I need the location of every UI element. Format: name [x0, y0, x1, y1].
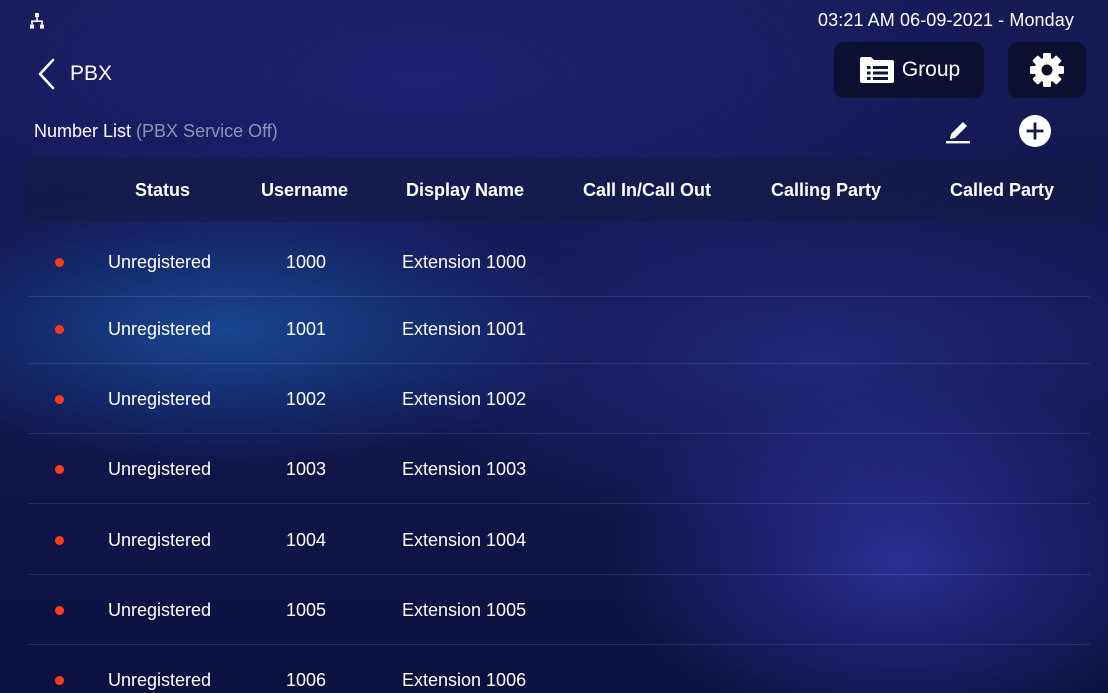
- table-row[interactable]: Unregistered 1000 Extension 1000: [28, 227, 1090, 297]
- status-dot: [55, 606, 64, 615]
- table-header: Status Username Display Name Call In/Cal…: [24, 158, 1096, 222]
- column-header-called-party[interactable]: Called Party: [950, 158, 1054, 222]
- column-header-status[interactable]: Status: [135, 158, 190, 222]
- group-button[interactable]: Group: [834, 42, 984, 98]
- status-dot: [55, 676, 64, 685]
- gear-icon: [1030, 53, 1064, 87]
- status-bar: 03:21 AM 06-09-2021 - Monday: [0, 0, 1108, 36]
- status-dot: [55, 465, 64, 474]
- table-row[interactable]: Unregistered 1002 Extension 1002: [28, 364, 1090, 434]
- column-header-call-in-out[interactable]: Call In/Call Out: [583, 158, 711, 222]
- display-name-cell: Extension 1005: [402, 599, 527, 620]
- status-dot: [55, 258, 64, 267]
- add-button[interactable]: [1019, 115, 1051, 147]
- display-name-cell: Extension 1000: [402, 251, 527, 272]
- display-name-cell: Extension 1002: [402, 388, 527, 409]
- back-button[interactable]: PBX: [34, 54, 112, 94]
- table-row[interactable]: Unregistered 1006 Extension 1006: [28, 645, 1090, 693]
- column-header-username[interactable]: Username: [261, 158, 348, 222]
- column-header-calling-party[interactable]: Calling Party: [771, 158, 881, 222]
- status-cell: Unregistered: [108, 529, 212, 550]
- table-row[interactable]: Unregistered 1005 Extension 1005: [28, 575, 1090, 645]
- status-cell: Unregistered: [108, 318, 212, 339]
- pbx-service-status: (PBX Service Off): [136, 121, 278, 141]
- table-row[interactable]: Unregistered 1004 Extension 1004: [28, 505, 1090, 575]
- plus-circle-icon: [1019, 115, 1051, 147]
- status-dot: [55, 395, 64, 404]
- username-cell: 1003: [286, 458, 327, 479]
- display-name-cell: Extension 1001: [402, 318, 527, 339]
- status-dot: [55, 325, 64, 334]
- display-name-cell: Extension 1004: [402, 529, 527, 550]
- number-list-title: Number List (PBX Service Off): [34, 121, 278, 142]
- datetime-display: 03:21 AM 06-09-2021 - Monday: [818, 10, 1074, 30]
- table-row[interactable]: Unregistered 1003 Extension 1003: [28, 434, 1090, 504]
- edit-button[interactable]: [943, 115, 973, 145]
- username-cell: 1006: [286, 669, 327, 690]
- chevron-left-icon: [38, 58, 55, 90]
- settings-button[interactable]: [1008, 42, 1086, 98]
- table-row[interactable]: Unregistered 1001 Extension 1001: [28, 294, 1090, 364]
- status-cell: Unregistered: [108, 251, 212, 272]
- display-name-cell: Extension 1003: [402, 458, 527, 479]
- group-button-label: Group: [901, 58, 961, 81]
- list-folder-icon: [858, 55, 896, 85]
- number-list-label: Number List: [34, 121, 132, 141]
- status-cell: Unregistered: [108, 599, 212, 620]
- display-name-cell: Extension 1006: [402, 669, 527, 690]
- username-cell: 1000: [286, 251, 327, 272]
- column-header-display-name[interactable]: Display Name: [406, 158, 524, 222]
- username-cell: 1001: [286, 318, 327, 339]
- network-tree-icon: [30, 13, 44, 29]
- username-cell: 1002: [286, 388, 327, 409]
- username-cell: 1005: [286, 599, 327, 620]
- page-title: PBX: [70, 62, 113, 85]
- username-cell: 1004: [286, 529, 327, 550]
- status-cell: Unregistered: [108, 388, 212, 409]
- status-cell: Unregistered: [108, 458, 212, 479]
- status-dot: [55, 536, 64, 545]
- status-cell: Unregistered: [108, 669, 212, 690]
- pencil-icon: [946, 122, 970, 144]
